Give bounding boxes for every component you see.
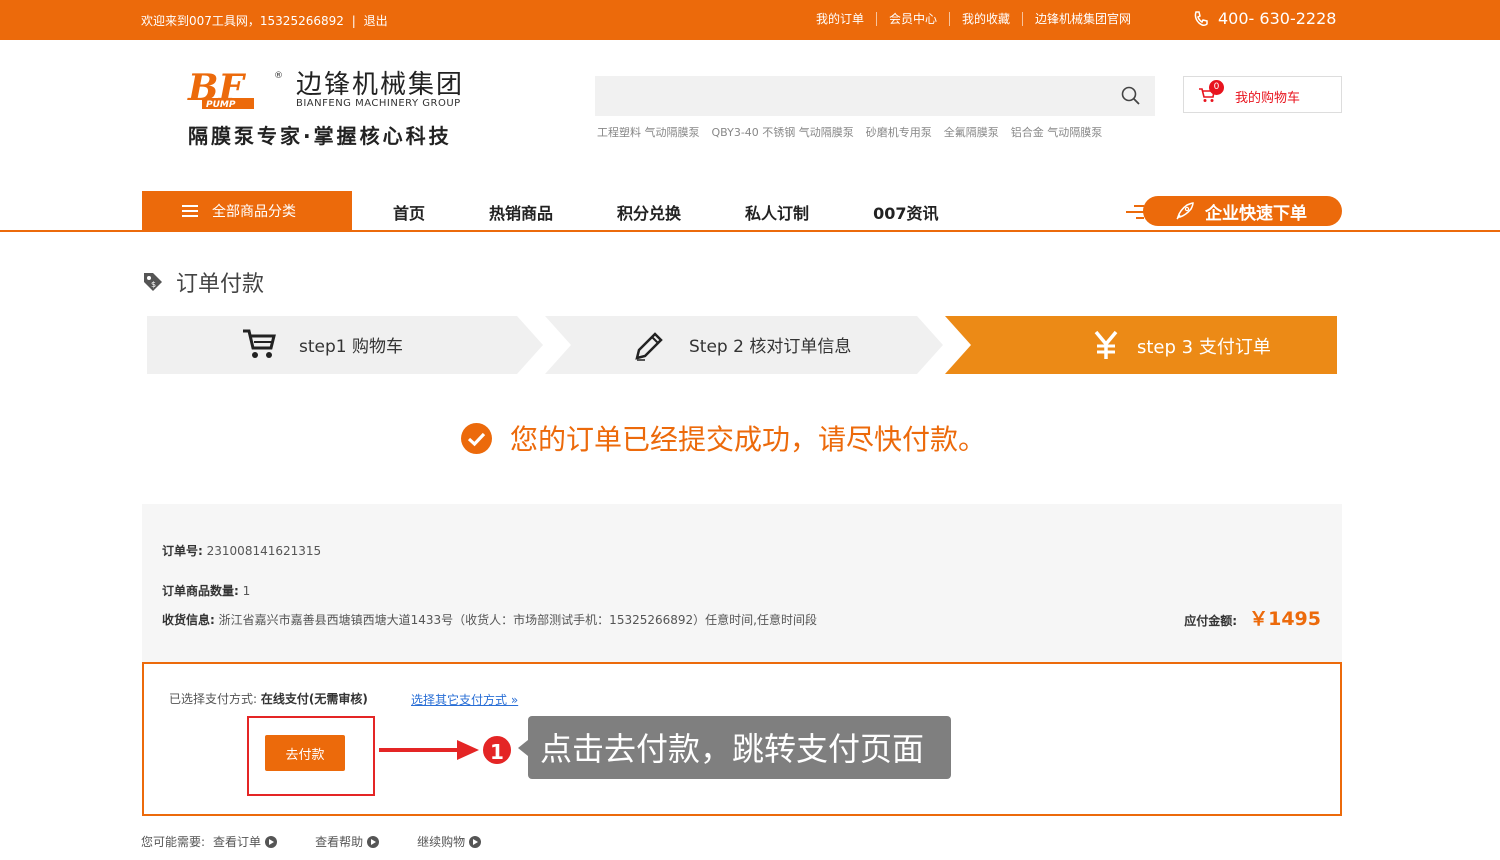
shipping-info-row: 收货信息: 浙江省嘉兴市嘉善县西塘镇西塘大道1433号（收货人：市场部测试手机：… (162, 611, 817, 628)
check-circle-icon (461, 422, 492, 454)
search-input[interactable] (595, 76, 1155, 116)
nav-item-news[interactable]: 007资讯 (873, 200, 938, 224)
annotation-callout: 点击去付款，跳转支付页面 (518, 716, 951, 779)
view-help-link[interactable]: 查看帮助 (315, 833, 380, 850)
my-favorites-link[interactable]: 我的收藏 (949, 12, 1022, 26)
order-number-label: 订单号: (162, 544, 203, 558)
svg-text:®: ® (274, 71, 282, 81)
more-label: 您可能需要: (141, 835, 206, 849)
play-circle-icon (265, 835, 278, 848)
quick-order-label: 企业快速下单 (1205, 203, 1307, 224)
page-title: $ 订单付款 (142, 266, 264, 298)
hotword[interactable]: QBY3-40 不锈钢 气动隔膜泵 (712, 124, 854, 140)
phone-number: 400- 630-2228 (1218, 9, 1337, 28)
welcome-text: 欢迎来到007工具网，15325266892 | 退出 (141, 12, 388, 29)
annotation-number: 1 (481, 734, 513, 766)
quick-order-button[interactable]: 企业快速下单 (1143, 196, 1342, 226)
all-categories-label: 全部商品分类 (212, 204, 296, 220)
go-pay-button[interactable]: 去付款 (265, 735, 345, 771)
nav-item-points[interactable]: 积分兑换 (617, 200, 681, 224)
phone-icon (1194, 10, 1208, 26)
hotword[interactable]: 砂磨机专用泵 (866, 124, 932, 140)
shipping-info-value: 浙江省嘉兴市嘉善县西塘镇西塘大道1433号（收货人：市场部测试手机：153252… (218, 613, 817, 627)
step-pay: step 3 支付订单 (945, 316, 1337, 374)
order-number-value: 231008141621315 (206, 544, 322, 558)
logout-link[interactable]: 退出 (364, 14, 388, 28)
step-cart: step1 购物车 (147, 316, 543, 374)
hot-search-words: 工程塑料 气动隔膜泵 QBY3-40 不锈钢 气动隔膜泵 砂磨机专用泵 全氟隔膜… (597, 124, 1102, 140)
continue-shopping-link[interactable]: 继续购物 (417, 833, 482, 850)
more-links: 您可能需要: 查看订单 查看帮助 继续购物 (141, 833, 511, 850)
order-qty-row: 订单商品数量: 1 (162, 582, 250, 599)
nav-item-hot[interactable]: 热销商品 (489, 200, 553, 224)
step-2-label: Step 2 核对订单信息 (689, 337, 852, 357)
hotword[interactable]: 铝合金 气动隔膜泵 (1011, 124, 1103, 140)
amount-due-value: ￥1495 (1249, 608, 1321, 630)
hotword[interactable]: 工程塑料 气动隔膜泵 (597, 124, 700, 140)
view-help-label: 查看帮助 (315, 835, 364, 849)
top-bar: 欢迎来到007工具网，15325266892 | 退出 我的订单 会员中心 我的… (0, 0, 1500, 40)
cart-icon (243, 329, 276, 358)
menu-icon (182, 205, 198, 217)
order-steps: step1 购物车 Step 2 核对订单信息 step 3 支付订单 (147, 316, 1337, 374)
view-order-link[interactable]: 查看订单 (213, 833, 278, 850)
step-verify: Step 2 核对订单信息 (545, 316, 943, 374)
search-icon[interactable] (1121, 86, 1141, 106)
separator: | (351, 14, 356, 28)
success-text: 您的订单已经提交成功，请尽快付款。 (510, 423, 987, 456)
all-categories-button[interactable]: 全部商品分类 (142, 191, 352, 231)
continue-shopping-label: 继续购物 (417, 835, 466, 849)
member-center-link[interactable]: 会员中心 (876, 12, 949, 26)
step-1-label: step1 购物车 (299, 337, 403, 357)
main-nav: 首页 热销商品 积分兑换 私人订制 007资讯 (393, 200, 1002, 224)
payment-method-value: 在线支付(无需审核) (260, 692, 368, 706)
amount-due: 应付金额: ￥1495 (1184, 604, 1321, 631)
bf-pump-logo-icon: BF PUMP ® (187, 68, 282, 110)
order-info-panel: 订单号: 231008141621315 订单商品数量: 1 收货信息: 浙江省… (142, 504, 1342, 662)
logo-slogan: 隔膜泵专家·掌握核心科技 (188, 124, 452, 148)
step-3-label: step 3 支付订单 (1137, 337, 1271, 358)
other-payment-link[interactable]: 选择其它支付方式 » (411, 691, 518, 708)
play-circle-icon (469, 835, 482, 848)
success-message: 您的订单已经提交成功，请尽快付款。 (461, 418, 986, 458)
official-site-link[interactable]: 边锋机械集团官网 (1022, 12, 1143, 26)
logo-company-name: 边锋机械集团 (296, 70, 465, 100)
page-title-text: 订单付款 (176, 272, 265, 297)
rocket-icon (1176, 202, 1194, 220)
price-tag-icon: $ (144, 273, 162, 291)
payment-method-label: 已选择支付方式: (169, 692, 258, 706)
svg-text:$: $ (151, 280, 156, 289)
amount-due-label: 应付金额: (1184, 614, 1238, 628)
top-links: 我的订单 会员中心 我的收藏 边锋机械集团官网 (816, 12, 1143, 26)
shipping-info-label: 收货信息: (162, 613, 215, 627)
arrow-icon (379, 740, 479, 760)
my-orders-link[interactable]: 我的订单 (816, 12, 876, 26)
yuan-icon (1094, 330, 1118, 359)
order-number-row: 订单号: 231008141621315 (162, 542, 321, 559)
cart-button[interactable]: 0 我的购物车 (1183, 76, 1342, 113)
pencil-icon (635, 332, 663, 361)
view-order-label: 查看订单 (213, 835, 262, 849)
svg-text:PUMP: PUMP (206, 100, 236, 110)
site-logo[interactable]: BF PUMP ® 边锋机械集团 BIANFENG MACHINERY GROU… (186, 64, 476, 148)
hotline: 400- 630-2228 (1192, 9, 1336, 28)
order-qty-value: 1 (242, 584, 251, 598)
hotword[interactable]: 全氟隔膜泵 (944, 124, 999, 140)
cart-count-badge: 0 (1209, 80, 1224, 95)
cart-label: 我的购物车 (1235, 91, 1301, 106)
payment-method: 已选择支付方式: 在线支付(无需审核) (169, 690, 368, 707)
play-circle-icon (367, 835, 380, 848)
nav-item-home[interactable]: 首页 (393, 200, 425, 224)
order-qty-label: 订单商品数量: (162, 584, 239, 598)
logo-english-name: BIANFENG MACHINERY GROUP (296, 98, 461, 109)
nav-item-custom[interactable]: 私人订制 (745, 200, 809, 224)
welcome-message: 欢迎来到007工具网，15325266892 (141, 14, 344, 28)
